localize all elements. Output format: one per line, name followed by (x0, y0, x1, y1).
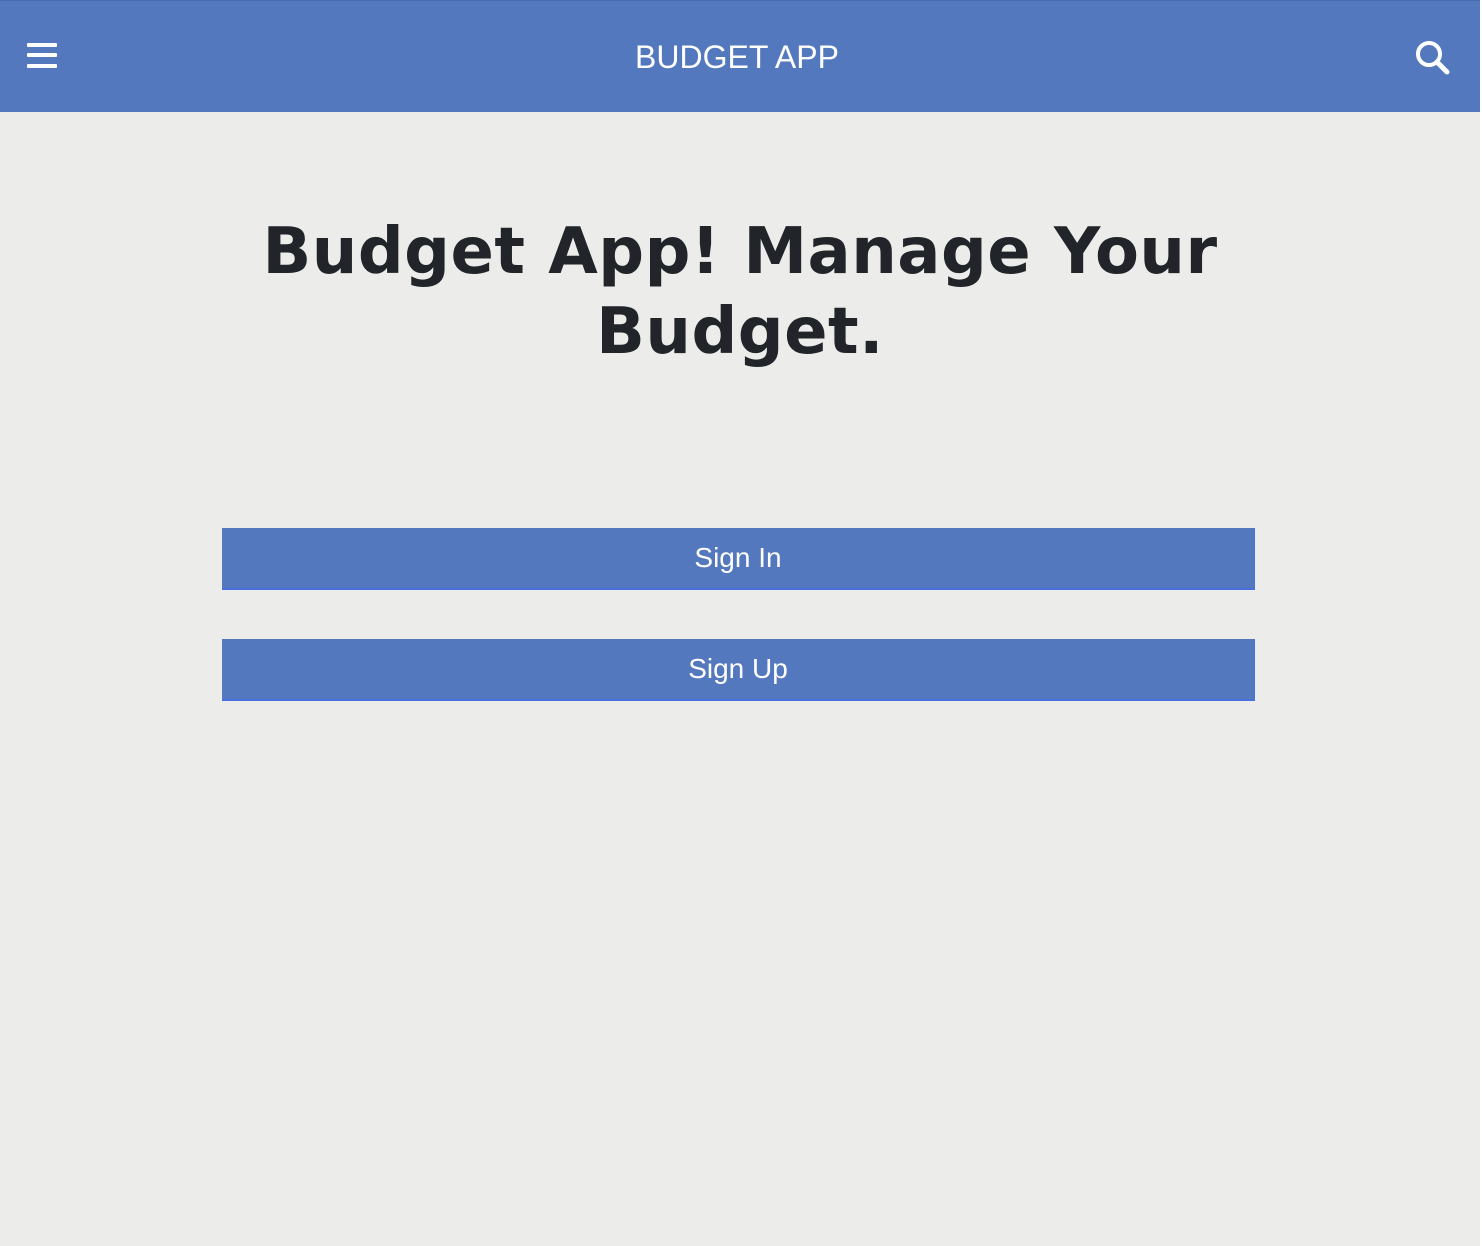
search-icon-graphic (1416, 41, 1450, 75)
app-header: BUDGET APP (0, 0, 1480, 112)
page-headline: Budget App! Manage Your Budget. (262, 215, 1218, 369)
sign-up-button[interactable]: Sign Up (222, 639, 1255, 701)
app-title: BUDGET APP (635, 39, 839, 75)
sign-in-button[interactable]: Sign In (222, 528, 1255, 590)
search-icon[interactable] (1414, 39, 1452, 77)
